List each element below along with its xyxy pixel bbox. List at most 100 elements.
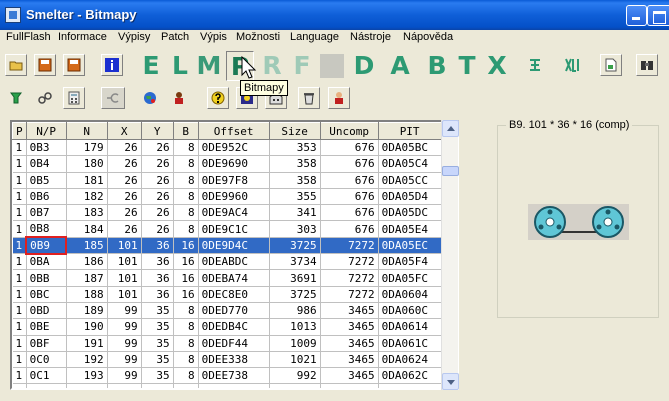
menu-nastroje[interactable]: Nástroje bbox=[350, 31, 391, 43]
table-header: P N/P N X Y B Offset Size Uncomp PIT bbox=[12, 122, 442, 140]
table-row-selected[interactable]: 1 0B9 185 101 36 16 0DE9D4C 3725 7272 0DA05EC bbox=[12, 236, 442, 255]
menu-patch[interactable]: Patch bbox=[161, 31, 189, 43]
cell-x: 26 bbox=[107, 188, 142, 206]
letter-b-button[interactable]: B bbox=[423, 51, 451, 81]
cell-uncomp: 7272 bbox=[320, 286, 379, 303]
letter-l-button[interactable]: L bbox=[166, 51, 194, 81]
column-header-y[interactable]: Y bbox=[140, 122, 174, 140]
trash-button[interactable] bbox=[298, 87, 320, 109]
globe-button[interactable] bbox=[139, 87, 161, 109]
info-button[interactable] bbox=[101, 54, 123, 76]
table-row[interactable]: 1 0BA 186 101 36 16 0DEABDC 3734 7272 0DA05F4 bbox=[12, 253, 442, 271]
link-button[interactable] bbox=[34, 87, 56, 109]
cell-pit: 0DA05DC bbox=[378, 204, 442, 222]
cell-pit: 0DA05D4 bbox=[378, 188, 442, 206]
letter-f-button[interactable]: F bbox=[288, 51, 316, 81]
dash-c-button[interactable] bbox=[101, 87, 125, 109]
letter-d-button[interactable]: D bbox=[350, 51, 378, 81]
table-row[interactable]: 1 0B8 184 26 26 8 0DE9C1C 303 676 0DA05E4 bbox=[12, 220, 442, 238]
menu-fullflash[interactable]: FullFlash bbox=[6, 31, 51, 43]
person-button[interactable] bbox=[168, 87, 190, 109]
cell-np: 0BA bbox=[26, 253, 67, 271]
cell-x: 101 bbox=[107, 269, 142, 287]
maximize-button[interactable] bbox=[647, 5, 669, 26]
letter-r-button[interactable]: R bbox=[258, 51, 286, 81]
user-button[interactable] bbox=[328, 87, 350, 109]
menu-vypisy[interactable]: Výpisy bbox=[118, 31, 150, 43]
column-header-np[interactable]: N/P bbox=[25, 122, 67, 140]
table-row[interactable]: 1 0BC 188 101 36 16 0DEC8E0 3725 7272 0DA0604 bbox=[12, 286, 442, 303]
table-scrollbar[interactable] bbox=[441, 120, 459, 390]
cell-b: 8 bbox=[173, 367, 199, 385]
find-button[interactable] bbox=[636, 54, 658, 76]
cell-x: 101 bbox=[107, 253, 142, 271]
cell-p: 1 bbox=[12, 318, 27, 336]
globe-icon bbox=[144, 92, 156, 104]
letter-t-button[interactable]: T bbox=[453, 51, 481, 81]
table-row[interactable]: 1 0C0 192 99 35 8 0DEE338 1021 3465 0DA0624 bbox=[12, 351, 442, 369]
cell-np: 0BC bbox=[26, 286, 67, 303]
table-row[interactable]: 1 0B4 180 26 26 8 0DE9690 358 676 0DA05C4 bbox=[12, 155, 442, 173]
xbi-text-icon bbox=[565, 58, 579, 72]
table-row[interactable]: 1 0BB 187 101 36 16 0DEBA74 3691 7272 0DA05FC bbox=[12, 269, 442, 287]
cell-pit: 0DA05EC bbox=[378, 237, 442, 255]
open-folder-button[interactable] bbox=[5, 54, 27, 76]
cell-pit: 0DA05BC bbox=[378, 139, 442, 157]
table-row[interactable]: 1 0BE 190 99 35 8 0DEDB4C 1013 3465 0DA0614 bbox=[12, 318, 442, 336]
minimize-button[interactable] bbox=[626, 5, 647, 26]
menu-napoveda[interactable]: Nápověda bbox=[403, 31, 453, 43]
cell-x: 99 bbox=[107, 318, 142, 336]
save-as-button[interactable] bbox=[63, 54, 85, 76]
cell-n: 188 bbox=[66, 286, 108, 303]
column-header-b[interactable]: B bbox=[172, 122, 199, 140]
calculator-button[interactable] bbox=[63, 87, 85, 109]
cell-b: 8 bbox=[173, 302, 199, 320]
help-button[interactable] bbox=[207, 87, 229, 109]
table-row[interactable]: 1 0B7 183 26 26 8 0DE9AC4 341 676 0DA05DC bbox=[12, 204, 442, 222]
bitmap-table[interactable]: P N/P N X Y B Offset Size Uncomp PIT 1 0B… bbox=[10, 120, 459, 390]
symbol-button[interactable] bbox=[524, 54, 546, 76]
menu-vypis[interactable]: Výpis bbox=[200, 31, 227, 43]
letter-m-button[interactable]: M bbox=[195, 51, 223, 81]
cell-np: 0B9 bbox=[25, 236, 68, 255]
table-row[interactable]: 1 0C1 193 99 35 8 0DEE738 992 3465 0DA062C bbox=[12, 367, 442, 385]
document-icon bbox=[605, 58, 617, 72]
menu-language[interactable]: Language bbox=[290, 31, 339, 43]
table-row[interactable]: 1 0B5 181 26 26 8 0DE97F8 358 676 0DA05CC bbox=[12, 172, 442, 189]
column-header-p[interactable]: P bbox=[12, 122, 27, 140]
table-row[interactable]: 1 0BF 191 99 35 8 0DEDF44 1009 3465 0DA061C bbox=[12, 335, 442, 352]
cell-size: 303 bbox=[269, 220, 321, 238]
table-row[interactable]: 10C2194993580DEEB18100534650DA0634 bbox=[12, 383, 442, 388]
cell-uncomp: 3465 bbox=[320, 335, 379, 352]
cell-size: 1005 bbox=[269, 383, 321, 388]
column-header-n[interactable]: N bbox=[65, 122, 108, 140]
scroll-down-arrow-icon[interactable] bbox=[442, 373, 459, 390]
cell-b: 8 bbox=[173, 139, 199, 157]
cell-offset: 0DEBA74 bbox=[198, 269, 270, 287]
cell-y: 35 bbox=[141, 335, 174, 352]
menu-moznosti[interactable]: Možnosti bbox=[236, 31, 280, 43]
cell-p: 1 bbox=[12, 139, 27, 157]
tree-button[interactable] bbox=[5, 87, 27, 109]
menu-informace[interactable]: Informace bbox=[58, 31, 107, 43]
column-header-pit[interactable]: PIT bbox=[377, 122, 442, 140]
letter-a-button[interactable]: A bbox=[386, 51, 414, 81]
cell-x: 26 bbox=[107, 155, 142, 173]
cell-uncomp: 676 bbox=[320, 155, 379, 173]
blank-button[interactable] bbox=[320, 54, 344, 78]
cell-np: 0B6 bbox=[26, 188, 67, 206]
column-header-offset[interactable]: Offset bbox=[197, 122, 270, 140]
scroll-up-arrow-icon[interactable] bbox=[442, 120, 459, 137]
letter-e-button[interactable]: E bbox=[137, 51, 165, 81]
column-header-size[interactable]: Size bbox=[268, 122, 321, 140]
table-row[interactable]: 1 0BD 189 99 35 8 0DED770 986 3465 0DA060C bbox=[12, 302, 442, 320]
column-header-uncomp[interactable]: Uncomp bbox=[319, 122, 379, 140]
xbi-button[interactable] bbox=[561, 54, 587, 76]
table-row[interactable]: 1 0B6 182 26 26 8 0DE9960 355 676 0DA05D4 bbox=[12, 188, 442, 206]
scroll-thumb[interactable] bbox=[442, 166, 459, 176]
letter-x-button[interactable]: X bbox=[483, 51, 511, 81]
save-button[interactable] bbox=[34, 54, 56, 76]
column-header-x[interactable]: X bbox=[106, 122, 142, 140]
table-row[interactable]: 1 0B3 179 26 26 8 0DE952C 353 676 0DA05BC bbox=[12, 139, 442, 157]
export-button[interactable] bbox=[600, 54, 622, 76]
